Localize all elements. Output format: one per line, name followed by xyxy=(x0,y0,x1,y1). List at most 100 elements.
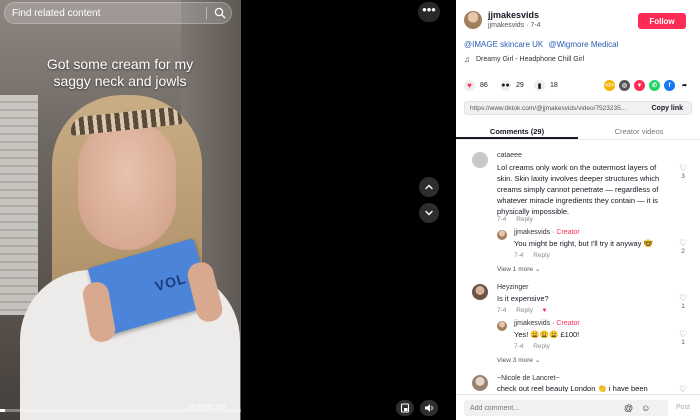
avatar[interactable] xyxy=(472,284,488,300)
comment-input-box: @ ☺ xyxy=(464,400,668,416)
tab-comments[interactable]: Comments (29) xyxy=(456,122,578,139)
reply-link[interactable]: Reply xyxy=(533,343,550,350)
related-search-box xyxy=(4,2,232,24)
search-input[interactable] xyxy=(12,7,202,19)
comment-composer: @ ☺ Post xyxy=(456,394,700,420)
reply-like[interactable]: ♡ 2 xyxy=(678,239,688,256)
friends-share-icon[interactable]: ◎ xyxy=(619,80,630,91)
reply-link[interactable]: Reply xyxy=(516,216,533,223)
reply-text: You might be right, but I'll try it anyw… xyxy=(514,239,653,248)
save-action[interactable]: ▮ 18 xyxy=(534,80,558,91)
more-options-button[interactable]: ••• xyxy=(418,2,440,22)
author-name[interactable]: jjmakesvids xyxy=(488,10,541,20)
comment-like[interactable]: ♡1 xyxy=(678,293,688,311)
emoji-icon[interactable]: ☺ xyxy=(641,403,650,413)
comment-input[interactable] xyxy=(464,404,624,412)
follow-button[interactable]: Follow xyxy=(638,13,686,29)
video-time: 00:00/01:03 xyxy=(188,404,225,411)
reply-meta: 7-4 Reply xyxy=(514,343,558,350)
comment-date: 7-4 xyxy=(497,216,507,223)
tab-creator-videos[interactable]: Creator videos xyxy=(578,122,700,139)
author-block[interactable]: jjmakesvids jjmakesvids · 7-4 xyxy=(464,10,541,29)
comment-text: Lol creams only work on the outermost la… xyxy=(497,163,660,216)
comment-date: 7-4 xyxy=(497,307,507,314)
chevron-down-icon: ⌄ xyxy=(534,357,541,364)
reply-link[interactable]: Reply xyxy=(533,252,550,259)
comment-username[interactable]: cataeee xyxy=(497,152,522,159)
miniplayer-button[interactable] xyxy=(396,400,414,416)
creator-badge: Creator xyxy=(556,320,580,327)
heart-outline-icon: ♡ xyxy=(678,329,688,339)
copy-link-button[interactable]: Copy link xyxy=(643,105,691,112)
search-divider xyxy=(206,7,207,19)
video-background-shutter xyxy=(0,95,38,315)
avatar[interactable] xyxy=(497,321,507,331)
reply-author[interactable]: jjmakesvids xyxy=(514,320,550,327)
copy-link-row: https://www.tiktok.com/@jjmakesvids/vide… xyxy=(464,101,692,115)
avatar[interactable] xyxy=(472,375,488,391)
heart-outline-icon: ♡ xyxy=(678,163,688,173)
video-url: https://www.tiktok.com/@jjmakesvids/vide… xyxy=(470,104,627,112)
whatsapp-icon[interactable]: ✆ xyxy=(649,80,660,91)
next-video-button[interactable] xyxy=(419,203,439,223)
video-caption-line: saggy neck and jowls xyxy=(53,73,187,89)
comment-meta: 7-4 Reply ♥ xyxy=(497,307,555,314)
chevron-down-icon: ⌄ xyxy=(534,266,541,273)
previous-video-button[interactable] xyxy=(419,177,439,197)
like-action[interactable]: ♥ 86 xyxy=(464,80,488,91)
embed-icon[interactable]: </> xyxy=(604,80,615,91)
search-icon[interactable] xyxy=(214,7,226,19)
volume-icon xyxy=(424,404,433,412)
reply-like[interactable]: ♡ 1 xyxy=(678,329,688,347)
reply-like-count: 2 xyxy=(681,248,685,255)
heart-outline-icon: ♡ xyxy=(678,293,688,303)
facebook-icon[interactable]: f xyxy=(664,80,675,91)
reply-username: jjmakesvids · Creator xyxy=(514,229,580,236)
reply-meta: 7-4 Reply xyxy=(514,252,558,259)
app-root: VOL Got some cream for my saggy neck and… xyxy=(0,0,700,420)
volume-button[interactable] xyxy=(420,400,438,416)
author-meta: jjmakesvids · 7-4 xyxy=(488,22,541,29)
avatar[interactable] xyxy=(472,152,488,168)
info-panel: jjmakesvids jjmakesvids · 7-4 Follow @IM… xyxy=(456,0,700,420)
view-more-replies[interactable]: View 3 more ⌄ xyxy=(497,356,540,364)
comments-list[interactable]: cataeee Lol creams only work on the oute… xyxy=(456,146,700,392)
share-arrow-icon[interactable]: ➦ xyxy=(679,80,690,91)
view-more-label: View 1 more xyxy=(497,266,534,273)
comment-username[interactable]: ~Nicole de Lancret~ xyxy=(497,375,560,382)
video-player[interactable]: VOL Got some cream for my saggy neck and… xyxy=(0,0,241,420)
reply-author[interactable]: jjmakesvids xyxy=(514,229,550,236)
video-panel: VOL Got some cream for my saggy neck and… xyxy=(0,0,456,420)
comment-meta: 7-4 Reply xyxy=(497,216,541,223)
music-info[interactable]: ♫ Dreamy Girl - Headphone Chill Girl xyxy=(464,55,584,64)
liked-by-creator-badge: ♥ xyxy=(542,307,547,314)
comment-like[interactable]: ♡ 3 xyxy=(678,163,688,181)
post-button[interactable]: Post xyxy=(676,404,690,411)
avatar[interactable] xyxy=(497,230,507,240)
heart-icon: ♥ xyxy=(464,80,475,91)
video-description: @IMAGE skincare UK @Wigmore Medical xyxy=(464,40,621,49)
avatar[interactable] xyxy=(464,10,482,29)
reply-like-count: 1 xyxy=(681,339,685,346)
music-note-icon: ♫ xyxy=(464,55,470,64)
save-count: 18 xyxy=(550,82,558,89)
heart-outline-icon: ♡ xyxy=(678,384,688,393)
mention-link[interactable]: @IMAGE skincare UK xyxy=(464,40,543,49)
view-more-replies[interactable]: View 1 more ⌄ xyxy=(497,265,540,273)
product-label: VOL xyxy=(153,270,189,295)
comment-text: check out reel beauty London 👏 i have be… xyxy=(497,384,648,392)
reply-link[interactable]: Reply xyxy=(516,307,533,314)
action-bar: ♥ 86 ●● 29 ▮ 18 </> ◎ ▼ ✆ f ➦ xyxy=(464,80,700,92)
reply-username: jjmakesvids · Creator xyxy=(514,320,580,327)
comment-icon: ●● xyxy=(500,80,511,91)
chevron-down-icon xyxy=(425,210,433,216)
mention-icon[interactable]: @ xyxy=(624,403,633,413)
comment-like[interactable]: ♡1 xyxy=(678,384,688,393)
repost-icon[interactable]: ▼ xyxy=(634,80,645,91)
miniplayer-icon xyxy=(400,403,410,413)
comment-username[interactable]: Heyzinger xyxy=(497,284,529,291)
creator-badge: Creator xyxy=(556,229,580,236)
mention-link[interactable]: @Wigmore Medical xyxy=(548,40,618,49)
comment-like-count: 3 xyxy=(681,173,685,180)
comment-action[interactable]: ●● 29 xyxy=(500,80,524,91)
